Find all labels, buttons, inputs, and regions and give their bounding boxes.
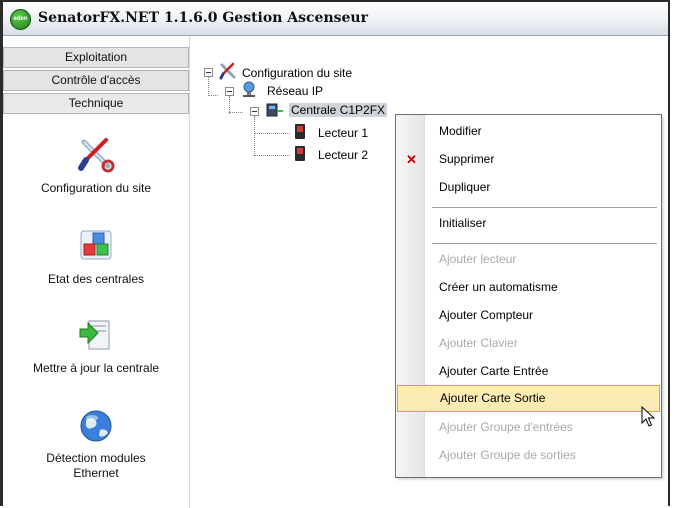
tools-icon: [78, 138, 115, 173]
tools-icon: [219, 62, 236, 80]
update-icon: [79, 320, 110, 350]
tree-node-reader-1[interactable]: Lecteur 1: [318, 126, 368, 140]
menu-item-supprimer[interactable]: ✕ Supprimer: [396, 146, 661, 173]
sidebar-item-label: Configuration du site: [40, 181, 152, 195]
globe-icon: [80, 410, 112, 442]
menu-item-initialiser[interactable]: Initialiser: [396, 210, 661, 237]
tree-collapse-icon[interactable]: [250, 107, 259, 116]
mouse-cursor-icon: [641, 406, 655, 427]
window-title: SenatorFX.NET 1.1.6.0 Gestion Ascenseur: [38, 10, 368, 26]
tree-connector: [208, 95, 218, 96]
tree-node-reader-2[interactable]: Lecteur 2: [318, 148, 368, 162]
tree-node-central-label: Centrale C1P2FX: [289, 103, 388, 117]
menu-item-ajouter-groupe-entrees: Ajouter Groupe d'entrées: [439, 420, 573, 434]
tree-collapse-icon[interactable]: [204, 68, 213, 77]
menu-item-ajouter-carte-entree[interactable]: Ajouter Carte Entrée: [396, 358, 661, 385]
nav-controle-acces[interactable]: Contrôle d'accès: [3, 70, 189, 91]
nav-technique[interactable]: Technique: [3, 93, 189, 114]
tree-connector: [254, 116, 255, 156]
sidebar-item-label: Etat des centrales: [47, 272, 145, 286]
central-unit-icon: [266, 103, 283, 117]
menu-item-ajouter-carte-sortie[interactable]: Ajouter Carte Sortie: [397, 385, 660, 412]
reader-icon: [295, 146, 305, 161]
menu-item-ajouter-clavier: Ajouter Clavier: [439, 336, 518, 350]
nav-exploitation[interactable]: Exploitation: [3, 47, 189, 68]
sidebar: Exploitation Contrôle d'accès Technique …: [3, 36, 190, 508]
menu-separator: [432, 243, 657, 244]
app-logo-icon: eden: [10, 9, 31, 30]
tree-connector: [208, 77, 209, 96]
cubes-icon: [80, 230, 112, 260]
tree-connector: [229, 112, 243, 113]
menu-item-ajouter-compteur[interactable]: Ajouter Compteur: [396, 302, 661, 329]
tree-collapse-icon[interactable]: [225, 87, 234, 96]
delete-x-icon: ✕: [406, 152, 417, 167]
menu-separator: [432, 207, 657, 208]
sidebar-item-label-line2: Ethernet: [73, 466, 119, 480]
tree-connector: [254, 133, 290, 134]
sidebar-item-label: Mettre à jour la centrale: [32, 361, 160, 375]
tree-node-network[interactable]: Réseau IP: [267, 84, 323, 98]
title-bar[interactable]: eden SenatorFX.NET 1.1.6.0 Gestion Ascen…: [3, 2, 668, 36]
menu-item-modifier[interactable]: Modifier: [396, 118, 661, 145]
menu-item-ajouter-groupe-sorties: Ajouter Groupe de sorties: [439, 448, 576, 462]
network-icon: [243, 81, 255, 97]
reader-icon: [295, 124, 305, 139]
tree-node-central-selected[interactable]: Centrale C1P2FX: [289, 103, 388, 117]
menu-item-ajouter-lecteur: Ajouter lecteur: [439, 252, 517, 266]
tree-connector: [254, 155, 290, 156]
tree-node-configuration[interactable]: Configuration du site: [242, 66, 352, 80]
menu-item-dupliquer[interactable]: Dupliquer: [396, 174, 661, 201]
menu-item-creer-automatisme[interactable]: Créer un automatisme: [396, 274, 661, 301]
context-menu: Modifier ✕ Supprimer Dupliquer Initialis…: [395, 114, 662, 478]
sidebar-item-label-line1: Détection modules: [46, 451, 146, 465]
